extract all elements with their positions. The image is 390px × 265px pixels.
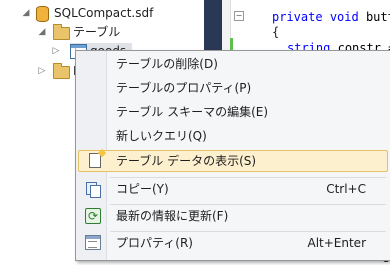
context-menu: テーブルの削除(D) テーブルのプロパティ(P) テーブル スキーマの編集(E)… — [75, 50, 390, 261]
code-line-2: { — [272, 25, 280, 39]
refresh-icon: ⟳ — [85, 208, 101, 224]
collapse-arrow-icon[interactable]: ◢ — [20, 3, 32, 23]
collapse-region-icon[interactable]: − — [234, 11, 244, 21]
menu-item-copy[interactable]: コピー(Y) Ctrl+C — [78, 178, 388, 200]
tree-item-database[interactable]: ◢ SQLCompact.sdf — [20, 3, 200, 23]
menu-item-label: テーブルのプロパティ(P) — [116, 81, 252, 95]
menu-item-label: テーブルの削除(D) — [116, 57, 218, 71]
copy-icon — [85, 181, 101, 198]
folder-icon — [53, 24, 70, 40]
folder-icon — [53, 63, 70, 79]
menu-item-label: 最新の情報に更新(F) — [116, 209, 229, 223]
collapse-arrow-icon[interactable]: ◢ — [36, 22, 48, 42]
menu-item-show-table-data[interactable]: テーブル データの表示(S) — [78, 150, 388, 172]
menu-item-label: プロパティ(R) — [116, 236, 193, 250]
code-keyword: void — [329, 10, 359, 24]
menu-item-refresh[interactable]: ⟳ 最新の情報に更新(F) — [78, 205, 388, 227]
menu-item-shortcut: Alt+Enter — [307, 236, 366, 250]
code-text: butt — [365, 10, 390, 24]
menu-item-delete-table[interactable]: テーブルの削除(D) — [78, 53, 388, 75]
menu-item-table-properties[interactable]: テーブルのプロパティ(P) — [78, 77, 388, 99]
menu-item-label: テーブル データの表示(S) — [116, 154, 257, 168]
code-line-1: private void butt — [272, 10, 390, 24]
menu-item-label: テーブル スキーマの編集(E) — [116, 105, 269, 119]
menu-item-label: コピー(Y) — [116, 182, 169, 196]
tree-item-folder-2[interactable]: ▷ L — [36, 61, 80, 81]
menu-item-edit-schema[interactable]: テーブル スキーマの編集(E) — [78, 101, 388, 123]
expand-arrow-icon[interactable]: ▷ — [50, 41, 62, 61]
menu-item-label: 新しいクエリ(Q) — [116, 129, 207, 143]
tree-item-tables-label: テーブル — [73, 25, 121, 39]
database-icon — [36, 6, 49, 22]
menu-item-new-query[interactable]: 新しいクエリ(Q) — [78, 125, 388, 147]
new-document-icon — [89, 153, 101, 168]
tree-item-database-label: SQLCompact.sdf — [54, 6, 154, 20]
tree-item-tables-folder[interactable]: ◢ テーブル — [36, 22, 196, 42]
menu-item-properties[interactable]: プロパティ(R) Alt+Enter — [78, 232, 388, 254]
properties-icon — [85, 235, 101, 250]
menu-item-shortcut: Ctrl+C — [326, 182, 366, 196]
expand-arrow-icon[interactable]: ▷ — [36, 61, 48, 81]
code-keyword: private — [272, 10, 323, 24]
